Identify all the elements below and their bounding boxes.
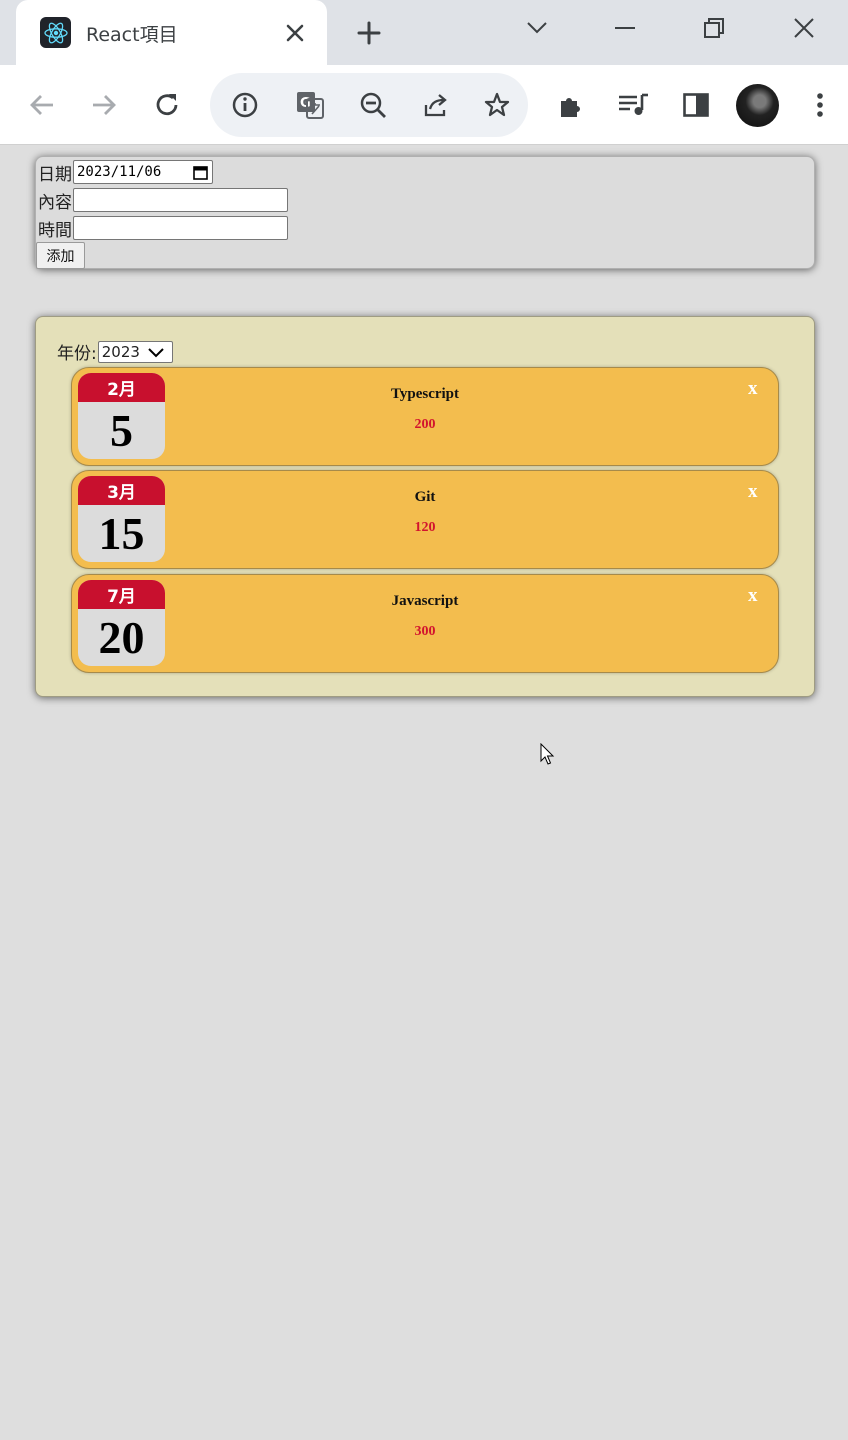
close-icon[interactable] (282, 20, 308, 46)
list-item: 2月 5 Typescript 200 x (71, 367, 779, 466)
delete-button[interactable]: x (748, 585, 758, 607)
time-label: 時間 (38, 220, 72, 241)
reload-icon[interactable] (147, 85, 187, 125)
translate-icon[interactable]: G (290, 85, 330, 125)
plus-icon[interactable] (354, 18, 384, 48)
year-value: 2023 (101, 342, 140, 361)
omnibox[interactable]: G (210, 73, 528, 137)
list-item: 3月 15 Git 120 x (71, 470, 779, 569)
extensions-icon[interactable] (551, 85, 591, 125)
zoom-out-icon[interactable] (353, 85, 393, 125)
date-row: 日期 2023/11/06 (38, 159, 213, 185)
content-row: 內容 (38, 187, 288, 213)
list-item: 7月 20 Javascript 300 x (71, 574, 779, 673)
chevron-down-icon[interactable] (517, 12, 557, 44)
delete-button[interactable]: x (748, 481, 758, 503)
avatar[interactable] (736, 84, 779, 127)
share-icon[interactable] (416, 85, 456, 125)
item-title: Typescript (390, 386, 460, 402)
content-field[interactable] (73, 188, 288, 212)
star-icon[interactable] (477, 85, 517, 125)
mouse-cursor-icon (540, 742, 556, 771)
minimize-icon[interactable] (605, 12, 645, 44)
calendar-icon[interactable] (193, 165, 208, 180)
item-list: 年份: 2023 2月 5 Typescript 200 x 3月 15 Git… (35, 316, 815, 697)
add-button[interactable]: 添加 (36, 242, 85, 269)
item-time: 200 (414, 417, 436, 432)
browser-tab[interactable]: React項目 (16, 0, 327, 65)
tab-title: React項目 (86, 24, 178, 46)
browser-tabstrip: React項目 (0, 0, 848, 65)
delete-button[interactable]: x (748, 378, 758, 400)
content-label: 內容 (38, 192, 72, 213)
date-field[interactable]: 2023/11/06 (73, 160, 213, 184)
info-icon[interactable] (225, 85, 265, 125)
time-row: 時間 (38, 215, 288, 241)
item-time: 300 (414, 624, 436, 639)
year-select[interactable]: 2023 (97, 340, 173, 363)
item-title: Javascript (391, 593, 459, 609)
item-time: 120 (414, 520, 436, 535)
media-icon[interactable] (613, 85, 653, 125)
date-value: 2023/11/06 (77, 164, 162, 180)
year-label: 年份: (57, 344, 97, 364)
time-field[interactable] (73, 216, 288, 240)
year-filter: 年份: 2023 (57, 339, 173, 364)
add-form: 日期 2023/11/06 內容 時間 添加 (35, 156, 815, 269)
side-panel-icon[interactable] (676, 85, 716, 125)
react-logo-icon (40, 17, 71, 48)
close-window-icon[interactable] (784, 12, 824, 44)
restore-icon[interactable] (694, 12, 734, 44)
date-label: 日期 (38, 164, 72, 185)
chevron-down-icon (148, 347, 164, 357)
menu-dots-icon[interactable] (800, 85, 840, 125)
browser-toolbar: G (0, 65, 848, 145)
forward-arrow-icon[interactable] (84, 85, 124, 125)
item-title: Git (414, 489, 436, 505)
back-arrow-icon[interactable] (22, 85, 62, 125)
